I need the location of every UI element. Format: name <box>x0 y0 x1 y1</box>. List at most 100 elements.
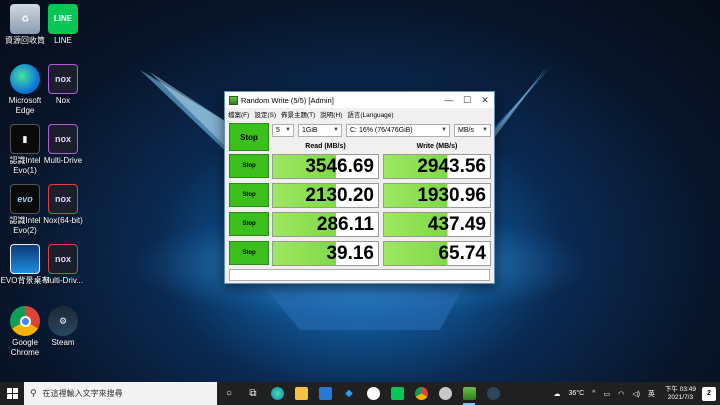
write-result: 1930.96 <box>383 183 491 208</box>
menu-bar: 檔案(F) 設定(S) 佈景主題(T) 說明(H) 語言(Language) <box>225 108 494 120</box>
row-stop-button[interactable]: Stop <box>229 212 269 236</box>
menu-theme[interactable]: 佈景主題(T) <box>281 109 315 119</box>
app-icon <box>438 387 452 400</box>
desktop-icon-label: Nox <box>55 96 71 105</box>
nox64-icon: nox <box>48 184 78 214</box>
row-stop-button[interactable]: Stop <box>229 241 269 265</box>
task-view-icon: ⧉ <box>249 388 257 399</box>
read-header: Read (MB/s) <box>305 143 346 150</box>
notification-center-button[interactable]: 2 <box>702 386 716 401</box>
test-size-select[interactable]: 1GiB ▼ <box>298 124 342 137</box>
search-placeholder: 在這裡輸入文字來搜尋 <box>42 389 123 398</box>
desktop-icon-label: LINE <box>54 36 72 45</box>
all-stop-button[interactable]: Stop <box>229 123 269 151</box>
line-icon: LINE <box>48 4 78 34</box>
taskbar-crystaldiskmark[interactable] <box>457 382 481 405</box>
drive-select[interactable]: C: 16% (76/476GiB) ▼ <box>346 124 450 137</box>
close-button[interactable]: ✕ <box>476 92 494 108</box>
taskbar-mail[interactable] <box>313 382 337 405</box>
multi-drive2-icon: nox <box>48 244 78 274</box>
steam-icon: ⚙ <box>48 306 78 336</box>
ime-indicator[interactable]: 英 <box>648 389 655 399</box>
taskbar-edge[interactable] <box>265 382 289 405</box>
desktop-icon-nox[interactable]: nox Nox <box>38 64 88 106</box>
taskbar: ⚲ 在這裡輸入文字來搜尋 ○ ⧉ ◆ ☁ 36°C ^ ▭ ◠ ◁) 英 下午 … <box>0 382 720 405</box>
desktop-icon-label: Multi-Drive <box>43 156 83 165</box>
taskbar-chrome[interactable] <box>409 382 433 405</box>
clock-date: 2021/7/3 <box>667 393 694 401</box>
chevron-down-icon: ▼ <box>333 127 339 133</box>
desktop-icon-steam[interactable]: ⚙ Steam <box>38 306 88 348</box>
volume-icon[interactable]: ◁) <box>632 390 640 398</box>
test-size-value: 1GiB <box>302 127 318 134</box>
cortana-icon: ○ <box>225 388 233 399</box>
chrome-icon <box>10 306 40 336</box>
chevron-down-icon: ▼ <box>285 127 291 133</box>
weather-temp[interactable]: 36°C <box>569 390 585 397</box>
desktop-icon-label: Multi-Driv... <box>43 276 83 285</box>
desktop-icon-multi-drive-2[interactable]: nox Multi-Driv... <box>38 244 88 286</box>
maximize-button[interactable]: ☐ <box>458 92 476 108</box>
row-stop-button[interactable]: Stop <box>229 183 269 207</box>
app-icon <box>366 387 380 400</box>
menu-file[interactable]: 檔案(F) <box>228 109 249 119</box>
clock-time: 下午 03:49 <box>664 385 696 393</box>
chrome-icon <box>414 387 428 400</box>
network-icon[interactable]: ▭ <box>603 390 610 398</box>
intel-evo2-icon: evo <box>10 184 40 214</box>
mail-icon <box>318 387 332 400</box>
menu-help[interactable]: 說明(H) <box>320 109 342 119</box>
taskbar-app2[interactable] <box>433 382 457 405</box>
window-title: Random Write (5/5) [Admin] <box>241 95 334 105</box>
read-result: 39.16 <box>272 241 379 266</box>
taskbar-steam[interactable] <box>481 382 505 405</box>
steam-icon <box>486 387 500 400</box>
write-result: 65.74 <box>383 241 491 266</box>
taskbar-search[interactable]: ⚲ 在這裡輸入文字來搜尋 <box>24 382 217 405</box>
write-header: Write (MB/s) <box>416 143 458 150</box>
nox-icon: nox <box>48 64 78 94</box>
desktop-icon-label: Nox(64-bit) <box>43 216 83 225</box>
app-icon <box>229 95 238 105</box>
cortana-button[interactable]: ○ <box>217 382 241 405</box>
crystaldiskmark-icon <box>462 387 476 400</box>
evo-wallpaper-icon <box>10 244 40 274</box>
unit-value: MB/s <box>458 127 474 134</box>
minimize-button[interactable]: — <box>440 92 458 108</box>
taskbar-line[interactable] <box>385 382 409 405</box>
read-result: 2130.20 <box>272 183 379 208</box>
row-stop-button[interactable]: Stop <box>229 154 269 178</box>
weather-icon[interactable]: ☁ <box>554 390 561 398</box>
desktop-icon-nox64[interactable]: nox Nox(64-bit) <box>38 184 88 226</box>
taskbar-dropbox[interactable]: ◆ <box>337 382 361 405</box>
line-icon <box>390 387 404 400</box>
comment-field[interactable] <box>229 269 490 281</box>
start-button[interactable] <box>0 382 24 405</box>
menu-settings[interactable]: 設定(S) <box>254 109 276 119</box>
windows-logo-icon <box>6 388 18 399</box>
chevron-down-icon: ▼ <box>482 127 488 133</box>
taskbar-app[interactable] <box>361 382 385 405</box>
multi-drive-icon: nox <box>48 124 78 154</box>
menu-language[interactable]: 語言(Language) <box>347 109 393 119</box>
drive-value: C: 16% (76/476GiB) <box>350 127 413 134</box>
read-result: 286.11 <box>272 212 379 237</box>
desktop-icon-label: Steam <box>51 338 75 347</box>
search-icon: ⚲ <box>30 388 37 398</box>
chevron-up-icon[interactable]: ^ <box>592 390 595 397</box>
intel-evo-icon: ▮ <box>10 124 40 154</box>
wifi-icon[interactable]: ◠ <box>618 390 624 398</box>
read-result: 3546.69 <box>272 154 379 179</box>
desktop-icon-multi-drive[interactable]: nox Multi-Drive <box>38 124 88 166</box>
taskbar-explorer[interactable] <box>289 382 313 405</box>
system-tray: ☁ 36°C ^ ▭ ◠ ◁) 英 下午 03:49 2021/7/3 2 <box>550 382 720 405</box>
edge-icon <box>270 387 284 400</box>
task-view-button[interactable]: ⧉ <box>241 382 265 405</box>
desktop-icon-line[interactable]: LINE LINE <box>38 4 88 46</box>
edge-icon <box>10 64 40 94</box>
title-bar[interactable]: Random Write (5/5) [Admin] — ☐ ✕ <box>225 92 494 108</box>
clock[interactable]: 下午 03:49 2021/7/3 <box>665 386 696 402</box>
unit-select[interactable]: MB/s ▼ <box>454 124 491 137</box>
test-count-value: 5 <box>276 127 280 134</box>
test-count-select[interactable]: 5 ▼ <box>272 124 294 137</box>
